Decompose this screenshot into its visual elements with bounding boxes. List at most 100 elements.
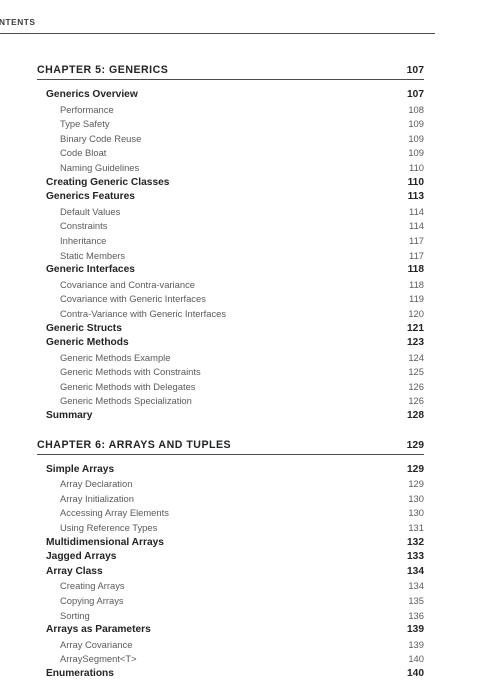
toc-entry-subsection[interactable]: Binary Code Reuse 109 xyxy=(37,132,424,147)
toc-entry-page-number: 129 xyxy=(408,478,424,490)
toc-entry-page-number: 135 xyxy=(408,595,424,606)
toc-entry-label: Static Members xyxy=(60,249,126,261)
running-head: NTENTS xyxy=(0,17,435,35)
toc-entry-label: Binary Code Reuse xyxy=(60,132,142,144)
toc-entry-section[interactable]: Array Class 134 xyxy=(37,565,424,580)
toc-entry-page-number: 139 xyxy=(407,624,424,636)
toc-entry-page-number: 125 xyxy=(408,366,424,378)
chapter-heading[interactable]: CHAPTER 5: GENERICS 107 xyxy=(37,64,424,80)
toc-entry-section[interactable]: Creating Generic Classes 110 xyxy=(37,176,424,191)
toc-entry-subsection[interactable]: Inheritance 117 xyxy=(37,234,424,249)
toc-entry-subsection[interactable]: Creating Arrays 134 xyxy=(37,579,424,594)
toc-entry-section[interactable]: Arrays as Parameters 139 xyxy=(37,623,424,638)
toc-entry-subsection[interactable]: Naming Guidelines 110 xyxy=(37,161,424,176)
running-head-rule xyxy=(0,33,435,35)
toc-entry-section[interactable]: Simple Arrays 129 xyxy=(37,463,424,478)
toc-entry-page-number: 128 xyxy=(407,410,424,422)
toc-entry-page-number: 107 xyxy=(407,89,424,100)
toc-entry-subsection[interactable]: Accessing Array Elements 130 xyxy=(37,506,424,521)
toc-entry-subsection[interactable]: Contra-Variance with Generic Interfaces 1… xyxy=(37,307,424,322)
toc-entry-label: Copying Arrays xyxy=(60,595,124,606)
toc-entry-subsection[interactable]: Generic Methods Example 124 xyxy=(37,351,424,366)
toc-entry-page-number: 124 xyxy=(408,351,424,363)
toc-entry-page-number: 126 xyxy=(408,380,424,392)
toc-entry-label: Generics Features xyxy=(46,191,135,203)
toc-entry-subsection[interactable]: Generic Methods with Constraints 125 xyxy=(37,365,424,380)
toc-entry-subsection[interactable]: Covariance with Generic Interfaces 119 xyxy=(37,292,424,307)
toc-entry-subsection[interactable]: ArraySegment<T> 140 xyxy=(37,652,424,667)
chapter-heading[interactable]: CHAPTER 6: ARRAYS AND TUPLES 129 xyxy=(37,439,424,455)
toc-entry-subsection[interactable]: Sorting 136 xyxy=(37,609,424,624)
toc-entry-section[interactable]: Generics Overview 107 xyxy=(37,88,424,103)
toc-entry-label: Covariance with Generic Interfaces xyxy=(60,293,206,305)
toc-entry-page-number: 109 xyxy=(408,147,424,159)
toc-entry-subsection[interactable]: Using Reference Types 131 xyxy=(37,521,424,536)
toc-entry-label: Creating Arrays xyxy=(60,580,125,592)
toc-entry-page-number: 119 xyxy=(409,293,424,305)
toc-entry-page-number: 109 xyxy=(408,118,424,130)
toc-entry-subsection[interactable]: Generic Methods Specialization 126 xyxy=(37,394,424,409)
chapter-spacer xyxy=(37,424,424,439)
toc-entry-label: Jagged Arrays xyxy=(46,551,117,563)
toc-entry-label: Arrays as Parameters xyxy=(46,624,151,636)
toc-entry-subsection[interactable]: Generic Methods with Delegates 126 xyxy=(37,380,424,395)
toc-entry-page-number: 134 xyxy=(407,565,424,577)
toc-entry-section[interactable]: Jagged Arrays 133 xyxy=(37,550,424,565)
toc-entry-label: Contra-Variance with Generic Interfaces xyxy=(60,307,227,319)
toc-entry-section[interactable]: Generic Structs 121 xyxy=(37,322,424,337)
toc-entry-label: Naming Guidelines xyxy=(60,161,140,173)
chapter-title: CHAPTER 6: ARRAYS AND TUPLES xyxy=(37,438,232,451)
toc-entry-label: Simple Arrays xyxy=(46,463,115,475)
toc-entry-label: ArraySegment<T> xyxy=(60,653,137,665)
toc-entry-section[interactable]: Summary 128 xyxy=(37,409,424,424)
toc-entry-page-number: 140 xyxy=(407,667,424,679)
toc-entry-section[interactable]: Multidimensional Arrays 132 xyxy=(37,536,424,551)
toc-entry-page-number: 130 xyxy=(408,507,424,519)
toc-entry-page-number: 133 xyxy=(407,551,424,563)
toc-entry-page-number: 117 xyxy=(409,249,424,261)
toc-entry-page-number: 114 xyxy=(409,220,424,232)
toc-entry-page-number: 114 xyxy=(409,205,424,217)
toc-entry-subsection[interactable]: Performance 108 xyxy=(37,103,424,118)
toc-entry-label: Generic Methods Example xyxy=(60,351,171,363)
chapter-block: CHAPTER 6: ARRAYS AND TUPLES 129 Simple Ar… xyxy=(37,439,424,682)
toc-entry-subsection[interactable]: Copying Arrays 135 xyxy=(37,594,424,609)
toc-entry-subsection[interactable]: Static Members 117 xyxy=(37,249,424,264)
toc-entry-page-number: 118 xyxy=(407,264,424,276)
toc-entry-label: Multidimensional Arrays xyxy=(46,536,164,548)
toc-entry-subsection[interactable]: Type Safety 109 xyxy=(37,117,424,132)
toc-entry-section[interactable]: Generic Interfaces 118 xyxy=(37,263,424,278)
toc-entry-section[interactable]: Generics Features 113 xyxy=(37,190,424,205)
toc-entry-subsection[interactable]: Array Initialization 130 xyxy=(37,492,424,507)
toc-entry-page-number: 110 xyxy=(407,176,424,188)
chapter-block: CHAPTER 5: GENERICS 107 Generics Overview 1… xyxy=(37,64,424,424)
toc-entry-label: Generic Methods Specialization xyxy=(60,395,192,407)
table-of-contents: CHAPTER 5: GENERICS 107 Generics Overview 1… xyxy=(37,64,424,682)
toc-entry-page-number: 120 xyxy=(408,307,424,319)
toc-entry-label: Generics Overview xyxy=(46,89,138,100)
toc-entry-label: Enumerations xyxy=(46,667,114,679)
toc-entry-subsection[interactable]: Array Declaration 129 xyxy=(37,477,424,492)
toc-entry-section[interactable]: Generic Methods 123 xyxy=(37,336,424,351)
toc-entry-label: Summary xyxy=(46,410,93,422)
chapter-page-number: 129 xyxy=(406,439,424,451)
toc-entry-label: Performance xyxy=(60,103,114,115)
toc-entry-page-number: 129 xyxy=(407,463,424,475)
toc-entry-section[interactable]: Enumerations 140 xyxy=(37,667,424,682)
toc-entry-label: Using Reference Types xyxy=(60,522,158,534)
chapter-entry-list: Simple Arrays 129 Array Declaration 129 Arra… xyxy=(37,455,424,682)
toc-entry-subsection[interactable]: Code Bloat 109 xyxy=(37,146,424,161)
toc-entry-page-number: 113 xyxy=(407,191,424,203)
toc-entry-page-number: 134 xyxy=(408,580,424,592)
toc-entry-subsection[interactable]: Default Values 114 xyxy=(37,205,424,220)
toc-entry-label: Code Bloat xyxy=(60,147,107,159)
toc-entry-label: Generic Interfaces xyxy=(46,264,135,276)
toc-entry-label: Generic Methods with Constraints xyxy=(60,366,201,378)
toc-entry-subsection[interactable]: Constraints 114 xyxy=(37,219,424,234)
toc-entry-subsection[interactable]: Covariance and Contra-variance 118 xyxy=(37,278,424,293)
toc-entry-page-number: 132 xyxy=(407,536,424,548)
toc-entry-page-number: 131 xyxy=(408,522,424,534)
toc-entry-label: Accessing Array Elements xyxy=(60,507,169,519)
toc-entry-label: Sorting xyxy=(60,609,90,621)
toc-entry-page-number: 123 xyxy=(407,337,424,349)
